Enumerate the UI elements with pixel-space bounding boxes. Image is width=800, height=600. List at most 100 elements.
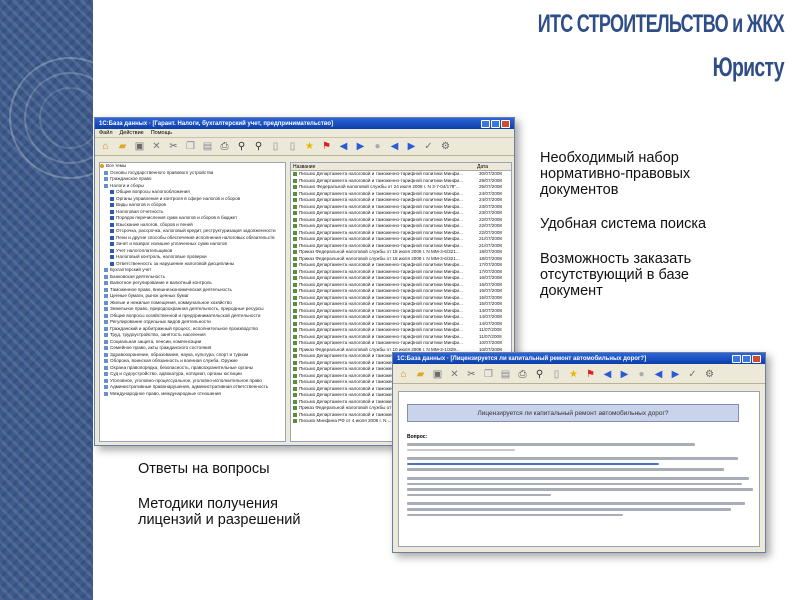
document-icon xyxy=(293,347,297,352)
menu-action[interactable]: Действие xyxy=(120,130,144,136)
delete-icon[interactable]: ✕ xyxy=(448,368,461,381)
document-icon xyxy=(293,178,297,183)
decorative-circles xyxy=(9,57,93,179)
folder-icon[interactable]: ▰ xyxy=(414,368,427,381)
tree-node-icon xyxy=(104,359,108,364)
feature-documents: Необходимый набор нормативно-правовых до… xyxy=(540,150,691,198)
tree-item[interactable]: Международное право, международные отнош… xyxy=(100,391,285,398)
document-icon xyxy=(293,211,297,216)
minimize-button[interactable] xyxy=(481,119,490,128)
next-icon[interactable]: ▶ xyxy=(405,140,418,153)
settings-icon[interactable]: ⚙ xyxy=(439,140,452,153)
forward-icon[interactable]: ▶ xyxy=(354,140,367,153)
save-icon[interactable]: ▣ xyxy=(133,140,146,153)
document-icon[interactable]: ▯ xyxy=(550,368,563,381)
copy-icon[interactable]: ❐ xyxy=(184,140,197,153)
back-icon[interactable]: ◀ xyxy=(601,368,614,381)
paste-icon[interactable]: ▤ xyxy=(499,368,512,381)
feature-answers: Ответы на вопросы xyxy=(138,461,270,477)
menu-file[interactable]: Файл xyxy=(99,130,113,136)
feature-search: Удобная система поиска xyxy=(540,216,707,232)
tree-node-icon xyxy=(110,222,114,227)
document-icon xyxy=(293,204,297,209)
cut-icon[interactable]: ✂ xyxy=(167,140,180,153)
document-icon xyxy=(293,263,297,268)
text-line xyxy=(407,457,739,460)
document-icon xyxy=(293,250,297,255)
text-line xyxy=(407,482,742,486)
tree-node-icon xyxy=(110,261,114,266)
back-icon[interactable]: ◀ xyxy=(337,140,350,153)
cut-icon[interactable]: ✂ xyxy=(465,368,478,381)
paste-icon[interactable]: ▤ xyxy=(201,140,214,153)
tree-node-icon xyxy=(104,372,108,377)
check-icon[interactable]: ✓ xyxy=(422,140,435,153)
column-header-title[interactable]: Название xyxy=(293,163,477,170)
document-icon xyxy=(293,276,297,281)
star-icon[interactable]: ★ xyxy=(303,140,316,153)
window-title: 1С:База данных · [Гарант. Налоги, бухгал… xyxy=(99,120,334,127)
tree-node-icon xyxy=(104,333,108,338)
document-icon[interactable]: ▯ xyxy=(269,140,282,153)
home-icon[interactable]: ⌂ xyxy=(397,368,410,381)
window-titlebar[interactable]: 1С:База данных · [Гарант. Налоги, бухгал… xyxy=(95,118,514,129)
menu-help[interactable]: Помощь xyxy=(151,130,172,136)
document-icon xyxy=(293,341,297,346)
text-line xyxy=(407,476,749,480)
next-icon[interactable]: ▶ xyxy=(669,368,682,381)
topic-tree: Все темы Основы государственного правово… xyxy=(99,162,286,442)
print-icon[interactable]: ⎙ xyxy=(516,368,529,381)
document-heading: Лицензируется ли капитальный ремонт авто… xyxy=(407,404,739,422)
window2-titlebar[interactable]: 1С:База данных · [Лицензируется ли капит… xyxy=(393,353,765,364)
column-header-date[interactable]: Дата xyxy=(477,163,488,170)
text-line xyxy=(407,493,551,497)
document-icon xyxy=(293,399,297,404)
home-icon[interactable]: ⌂ xyxy=(99,140,112,153)
document-view: Лицензируется ли капитальный ремонт авто… xyxy=(398,391,760,547)
maximize-button[interactable] xyxy=(742,354,751,363)
page-subtitle: Юристу xyxy=(712,52,785,82)
copy-icon[interactable]: ❐ xyxy=(482,368,495,381)
flag-icon[interactable]: ⚑ xyxy=(320,140,333,153)
document-icon xyxy=(293,191,297,196)
find-icon[interactable]: ⚲ xyxy=(533,368,546,381)
document-icon xyxy=(293,185,297,190)
tree-node-icon xyxy=(104,281,108,286)
bulb-icon[interactable]: ● xyxy=(635,368,648,381)
document-icon xyxy=(293,412,297,417)
text-line xyxy=(407,488,753,491)
tree-node-icon xyxy=(110,216,114,221)
close-button[interactable] xyxy=(752,354,761,363)
prev-icon[interactable]: ◀ xyxy=(652,368,665,381)
tree-node-icon xyxy=(110,248,114,253)
document-icon xyxy=(293,373,297,378)
check-icon[interactable]: ✓ xyxy=(686,368,699,381)
page-title: ИТС СТРОИТЕЛЬСТВО и ЖКХ xyxy=(537,10,785,38)
star-icon[interactable]: ★ xyxy=(567,368,580,381)
tree-node-icon xyxy=(104,177,108,182)
folder-icon[interactable]: ▰ xyxy=(116,140,129,153)
document-icon xyxy=(293,224,297,229)
document-icon xyxy=(293,328,297,333)
find-icon[interactable]: ⚲ xyxy=(235,140,248,153)
maximize-button[interactable] xyxy=(491,119,500,128)
prev-icon[interactable]: ◀ xyxy=(388,140,401,153)
link-line[interactable] xyxy=(407,462,659,466)
close-button[interactable] xyxy=(501,119,510,128)
tree-node-icon xyxy=(110,209,114,214)
document-icon xyxy=(293,386,297,391)
document-icon xyxy=(293,237,297,242)
tree-node-icon xyxy=(104,307,108,312)
forward-icon[interactable]: ▶ xyxy=(618,368,631,381)
find-next-icon[interactable]: ⚲ xyxy=(252,140,265,153)
print-icon[interactable]: ⎙ xyxy=(218,140,231,153)
bulb-icon[interactable]: ● xyxy=(371,140,384,153)
flag-icon[interactable]: ⚑ xyxy=(584,368,597,381)
minimize-button[interactable] xyxy=(732,354,741,363)
document-list-icon[interactable]: ▯ xyxy=(286,140,299,153)
document-window: 1С:База данных · [Лицензируется ли капит… xyxy=(392,352,766,553)
document-icon xyxy=(293,367,297,372)
delete-icon[interactable]: ✕ xyxy=(150,140,163,153)
settings-icon[interactable]: ⚙ xyxy=(703,368,716,381)
save-icon[interactable]: ▣ xyxy=(431,368,444,381)
